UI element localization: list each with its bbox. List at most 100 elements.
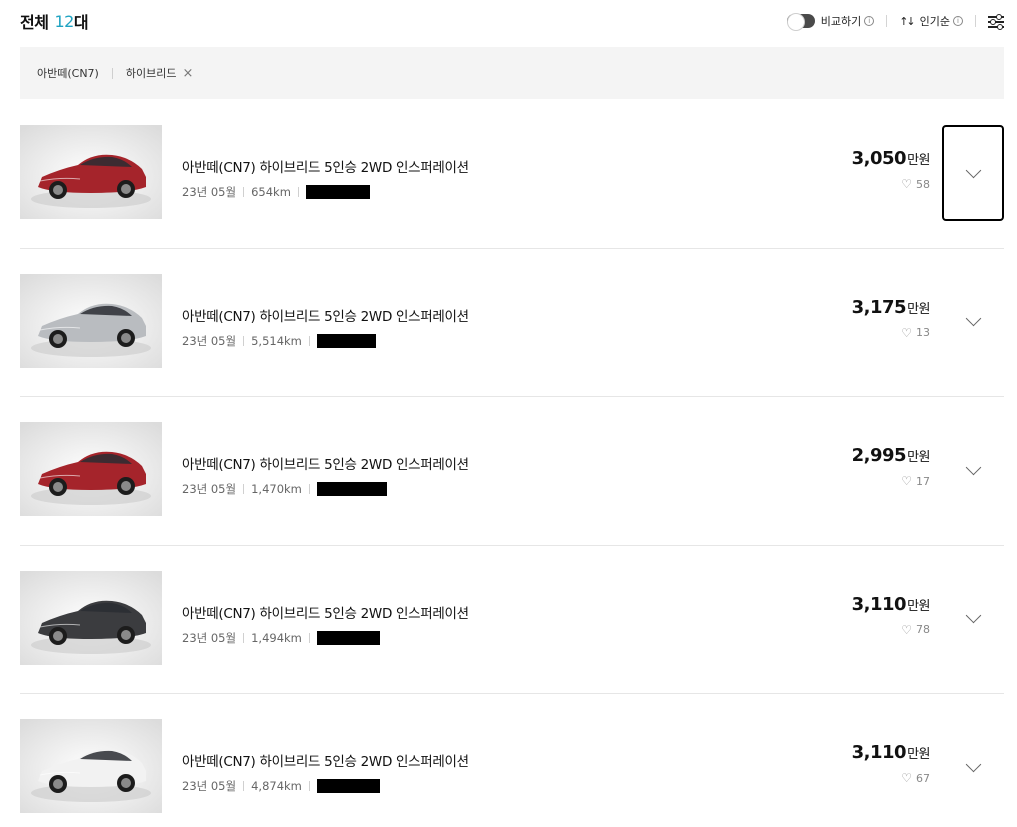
divider: [975, 15, 976, 27]
info-icon[interactable]: i: [953, 16, 963, 26]
divider: [886, 15, 888, 27]
expand-button[interactable]: [942, 125, 1004, 221]
likes[interactable]: ♡ 67: [852, 771, 930, 785]
total-number: 12: [54, 11, 74, 31]
expand-button[interactable]: [942, 571, 1004, 667]
car-photo[interactable]: [20, 125, 162, 219]
divider: [308, 632, 310, 643]
like-count: 67: [916, 771, 930, 785]
filter-settings-icon[interactable]: [988, 14, 1004, 29]
listing-row[interactable]: 아반떼(CN7) 하이브리드 5인승 2WD 인스퍼레이션 23년 05월 1,…: [20, 546, 1004, 694]
mileage: 1,494km: [251, 630, 302, 645]
total-label: 전체: [20, 13, 49, 32]
car-photo[interactable]: [20, 422, 162, 516]
compare-label[interactable]: 비교하기: [821, 13, 861, 29]
price-value: 2,995: [851, 445, 907, 466]
listing-row[interactable]: 아반떼(CN7) 하이브리드 5인승 2WD 인스퍼레이션 23년 05월 65…: [20, 100, 1004, 249]
like-count: 17: [916, 474, 930, 488]
mileage: 654km: [251, 185, 291, 199]
heart-icon[interactable]: ♡: [901, 474, 912, 488]
divider: [243, 484, 245, 494]
divider: [243, 632, 245, 643]
price-unit: 만원: [907, 747, 930, 762]
heart-icon[interactable]: ♡: [901, 623, 912, 637]
redacted-field: [316, 630, 380, 645]
listing-row[interactable]: 아반떼(CN7) 하이브리드 5인승 2WD 인스퍼레이션 23년 05월 4,…: [20, 694, 1004, 827]
filter-chip-model[interactable]: 아반떼(CN7): [37, 65, 99, 81]
like-count: 58: [916, 177, 930, 191]
heart-icon[interactable]: ♡: [901, 771, 912, 785]
car-photo[interactable]: [20, 570, 162, 665]
heart-icon[interactable]: ♡: [901, 326, 912, 340]
like-count: 13: [916, 326, 930, 339]
car-photo[interactable]: [20, 719, 162, 813]
chevron-down-icon: [965, 162, 981, 178]
divider: [243, 335, 245, 346]
price-unit: 만원: [907, 153, 930, 168]
like-count: 78: [916, 623, 930, 636]
filter-chip-label: 아반떼(CN7): [37, 67, 99, 80]
divider: [308, 484, 310, 494]
redacted-field: [316, 779, 380, 793]
car-name[interactable]: 아반떼(CN7) 하이브리드 5인승 2WD 인스퍼레이션: [182, 156, 469, 176]
compare-toggle[interactable]: [786, 13, 815, 31]
redacted-field: [316, 333, 376, 348]
registration-date: 23년 05월: [182, 185, 237, 199]
chevron-down-icon: [965, 607, 981, 624]
car-name[interactable]: 아반떼(CN7) 하이브리드 5인승 2WD 인스퍼레이션: [182, 453, 469, 473]
divider: [243, 781, 245, 791]
listing-row[interactable]: 아반떼(CN7) 하이브리드 5인승 2WD 인스퍼레이션 23년 05월 5,…: [20, 249, 1004, 397]
price-unit: 만원: [907, 301, 930, 317]
car-name[interactable]: 아반떼(CN7) 하이브리드 5인승 2WD 인스퍼레이션: [182, 602, 469, 622]
price-value: 3,175: [851, 296, 907, 318]
mileage: 1,470km: [251, 482, 302, 496]
sort-label[interactable]: 인기순: [920, 13, 950, 29]
price-unit: 만원: [907, 598, 930, 614]
divider: [243, 187, 245, 197]
chevron-down-icon: [965, 756, 981, 772]
total-count: 전체 12 대: [20, 9, 89, 33]
car-name[interactable]: 아반떼(CN7) 하이브리드 5인승 2WD 인스퍼레이션: [182, 305, 469, 325]
price-unit: 만원: [907, 450, 930, 465]
registration-date: 23년 05월: [182, 333, 237, 348]
price: 3,175만원: [851, 296, 931, 318]
car-name[interactable]: 아반떼(CN7) 하이브리드 5인승 2WD 인스퍼레이션: [182, 750, 469, 770]
price: 3,050만원: [851, 148, 931, 169]
mileage: 5,514km: [251, 333, 302, 348]
listing-list: 아반떼(CN7) 하이브리드 5인승 2WD 인스퍼레이션 23년 05월 65…: [20, 100, 1004, 827]
likes[interactable]: ♡ 13: [852, 326, 930, 340]
price-value: 3,110: [851, 742, 907, 763]
divider: [308, 335, 310, 346]
registration-date: 23년 05월: [182, 630, 237, 645]
likes[interactable]: ♡ 58: [852, 177, 930, 191]
heart-icon[interactable]: ♡: [901, 177, 912, 191]
mileage: 4,874km: [251, 779, 302, 793]
divider: [111, 67, 113, 79]
chevron-down-icon: [965, 459, 981, 475]
price: 2,995만원: [851, 445, 931, 466]
close-icon[interactable]: ×: [182, 67, 193, 80]
total-unit: 대: [73, 13, 89, 32]
chevron-down-icon: [965, 310, 981, 327]
expand-button[interactable]: [942, 422, 1004, 518]
filter-chip-fuel[interactable]: 하이브리드 ×: [126, 65, 194, 81]
redacted-field: [316, 482, 387, 496]
price-value: 3,050: [851, 148, 907, 169]
listing-row[interactable]: 아반떼(CN7) 하이브리드 5인승 2WD 인스퍼레이션 23년 05월 1,…: [20, 397, 1004, 546]
expand-button[interactable]: [942, 274, 1004, 370]
divider: [308, 781, 310, 791]
sort-icon[interactable]: ↑↓: [899, 15, 916, 28]
info-icon[interactable]: i: [864, 16, 875, 26]
car-photo[interactable]: [20, 273, 162, 368]
likes[interactable]: ♡ 17: [852, 474, 930, 488]
price-value: 3,110: [851, 593, 907, 615]
likes[interactable]: ♡ 78: [852, 623, 930, 637]
list-header: 전체 12 대 비교하기 i ↑↓ 인기순 i: [20, 8, 1004, 34]
registration-date: 23년 05월: [182, 779, 237, 793]
divider: [297, 187, 299, 197]
registration-date: 23년 05월: [182, 482, 237, 496]
expand-button[interactable]: [942, 719, 1004, 815]
filter-chip-label: 하이브리드: [125, 67, 177, 80]
redacted-field: [305, 185, 370, 199]
active-filters: 아반떼(CN7) 하이브리드 ×: [20, 47, 1004, 99]
